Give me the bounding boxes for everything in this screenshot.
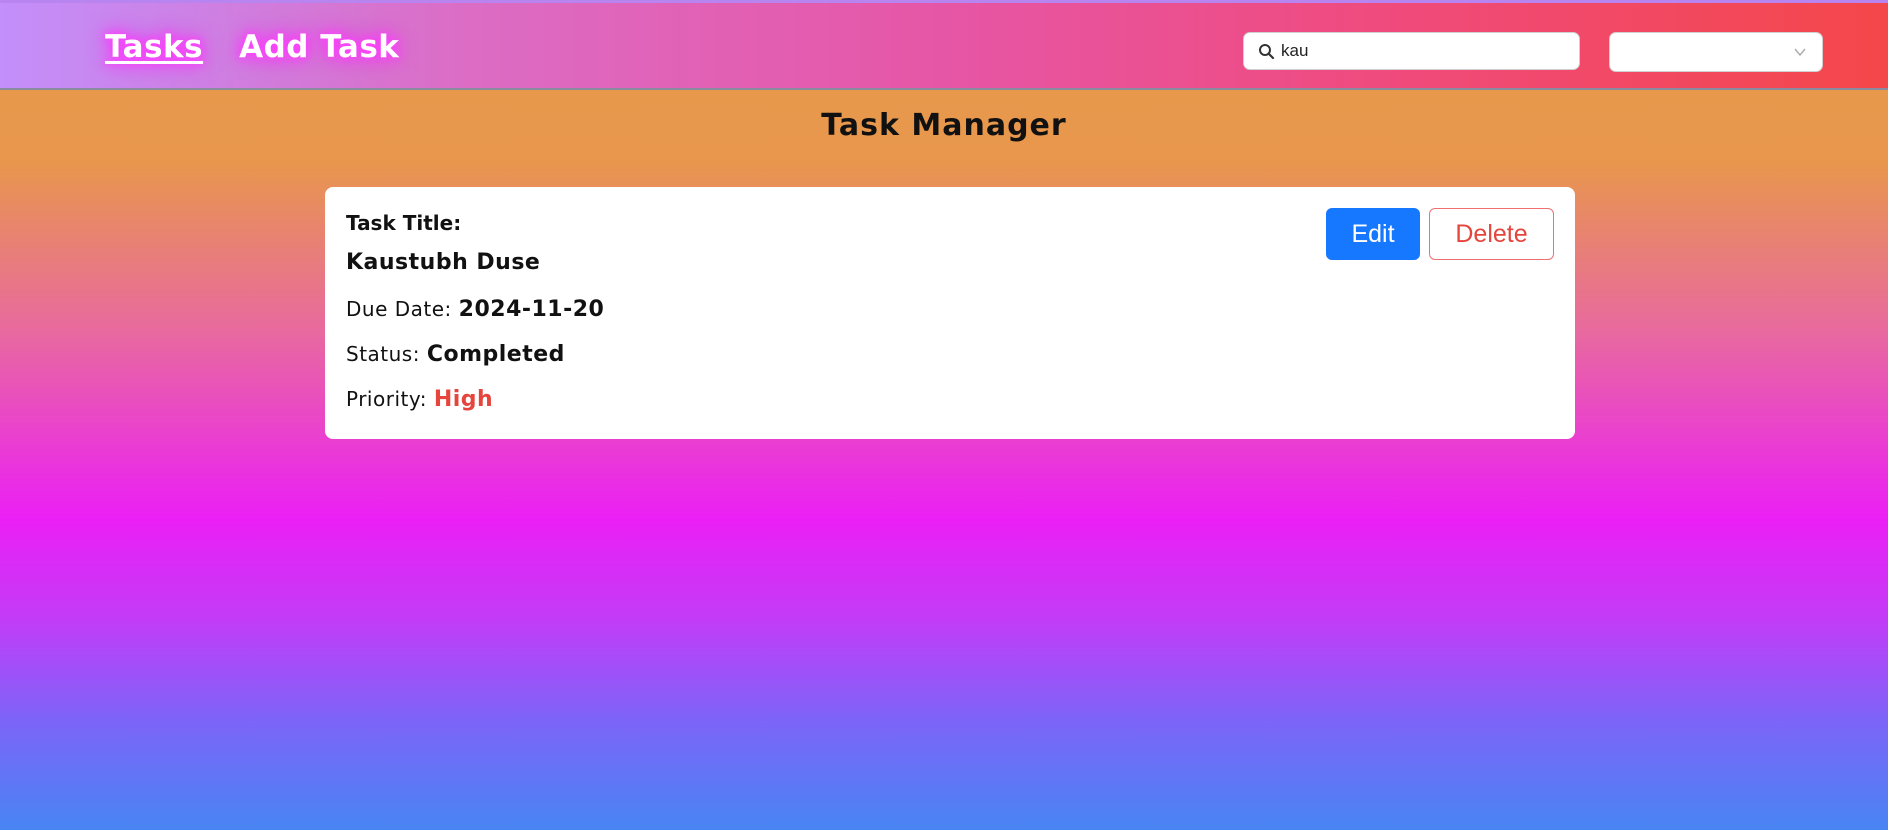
search-input[interactable] (1281, 41, 1551, 61)
status-value: Completed (426, 342, 565, 367)
due-date-row: Due Date: 2024-11-20 (346, 297, 604, 322)
priority-value: High (433, 387, 494, 412)
edit-button[interactable]: Edit (1326, 208, 1420, 260)
chevron-down-icon (1792, 44, 1808, 60)
nav-links: Tasks Add Task (105, 29, 399, 65)
priority-label: Priority: (346, 387, 427, 411)
task-title-value: Kaustubh Duse (346, 250, 541, 275)
due-date-value: 2024-11-20 (458, 297, 605, 322)
due-date-label: Due Date: (346, 297, 452, 321)
page-title: Task Manager (821, 108, 1067, 143)
status-label: Status: (346, 342, 420, 366)
task-title-label: Task Title: (346, 211, 462, 235)
task-card: Task Title: Kaustubh Duse Due Date: 2024… (325, 187, 1575, 439)
nav-link-add-task[interactable]: Add Task (239, 29, 399, 65)
delete-button[interactable]: Delete (1429, 208, 1554, 260)
status-row: Status: Completed (346, 342, 565, 367)
search-icon (1258, 43, 1275, 60)
priority-row: Priority: High (346, 387, 493, 412)
search-box[interactable] (1243, 32, 1580, 70)
nav-link-tasks[interactable]: Tasks (105, 29, 203, 65)
status-filter-select[interactable] (1609, 32, 1823, 72)
navbar: Tasks Add Task (0, 0, 1888, 90)
